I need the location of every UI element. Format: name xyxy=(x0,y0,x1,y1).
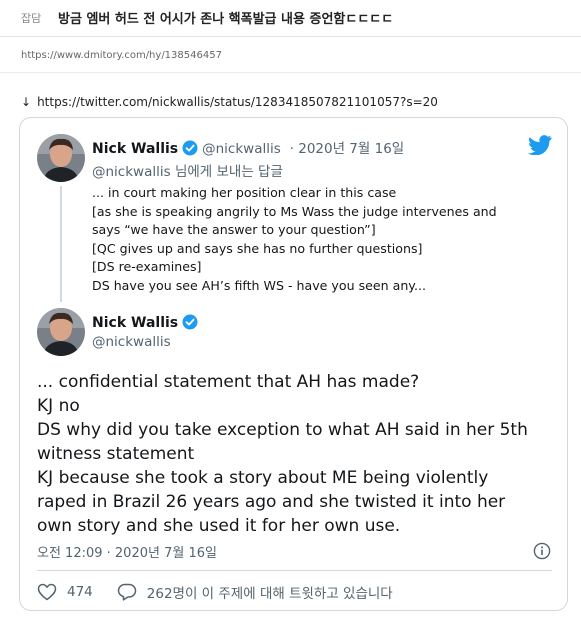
reply-text: ... in court making her position clear i… xyxy=(92,184,552,295)
tweet-line: KJ because she took a story about ME bei… xyxy=(37,468,489,488)
reply-author: Nick Wallis @nickwallis · 2020년 7월 16일 xyxy=(92,137,404,157)
author-name[interactable]: Nick Wallis xyxy=(92,141,178,157)
embedded-tweet[interactable]: Nick Wallis @nickwallis · 2020년 7월 16일 @n… xyxy=(19,117,568,611)
source-link[interactable]: https://www.dmitory.com/hy/138546457 xyxy=(21,50,222,61)
main-author: Nick Wallis xyxy=(92,314,198,331)
verified-badge-icon xyxy=(182,140,198,156)
post-category[interactable]: 잡담 xyxy=(21,10,41,26)
thread-line xyxy=(60,186,62,302)
like-count: 474 xyxy=(67,584,93,600)
divider xyxy=(0,72,581,73)
divider xyxy=(37,570,552,571)
tweet-line: KJ no xyxy=(37,396,80,416)
twitter-bird-icon[interactable] xyxy=(528,135,552,155)
reply-line: [as she is speaking angrily to Ms Wass t… xyxy=(92,203,497,219)
heart-icon xyxy=(37,583,57,601)
tweet-line: own story and she used it for her own us… xyxy=(37,516,401,536)
tweet-text: ... confidential statement that AH has m… xyxy=(37,370,557,538)
reply-line: [QC gives up and says she has no further… xyxy=(92,240,423,256)
avatar[interactable] xyxy=(37,308,85,356)
reply-line: says “we have the answer to your questio… xyxy=(92,222,376,237)
speech-bubble-icon xyxy=(117,583,137,601)
post-title: 방금 엠버 허드 전 어시가 존나 핵폭발급 내용 증언함ㄷㄷㄷㄷ xyxy=(58,12,394,27)
author-handle[interactable]: @nickwallis xyxy=(202,141,281,157)
tweet-link-row: ↓ https://twitter.com/nickwallis/status/1… xyxy=(21,95,438,109)
tweet-line: ... confidential statement that AH has m… xyxy=(37,372,420,392)
post-header: 잡담 방금 엠버 허드 전 어시가 존나 핵폭발급 내용 증언함ㄷㄷㄷㄷ xyxy=(0,0,581,37)
avatar[interactable] xyxy=(37,134,85,182)
reply-line: [DS re-examines] xyxy=(92,259,202,274)
tweet-line: DS why did you take exception to what AH… xyxy=(37,420,528,440)
tweet-link[interactable]: https://twitter.com/nickwallis/status/12… xyxy=(37,95,438,109)
reply-line: DS have you see AH’s fifth WS - have you… xyxy=(92,277,426,293)
conversation-text: 262명이 이 주제에 대해 트윗하고 있습니다 xyxy=(146,586,393,602)
info-icon[interactable] xyxy=(533,542,551,560)
tweet-line: witness statement xyxy=(37,444,195,464)
author-name[interactable]: Nick Wallis xyxy=(92,315,178,331)
author-handle[interactable]: @nickwallis xyxy=(92,334,171,350)
like-action[interactable]: 474 xyxy=(37,583,93,601)
down-arrow-icon: ↓ xyxy=(21,95,32,109)
tweet-timestamp[interactable]: 오전 12:09 · 2020년 7월 16일 xyxy=(37,542,217,561)
tweet-date[interactable]: · 2020년 7월 16일 xyxy=(290,141,405,157)
conversation-action[interactable]: 262명이 이 주제에 대해 트윗하고 있습니다 xyxy=(117,582,393,602)
tweet-stats: 474 262명이 이 주제에 대해 트윗하고 있습니다 xyxy=(37,582,393,602)
verified-badge-icon xyxy=(182,314,198,330)
tweet-line: raped in Brazil 26 years ago and she twi… xyxy=(37,492,506,512)
replying-to[interactable]: @nickwallis 님에게 보내는 답글 xyxy=(92,160,283,180)
reply-line: ... in court making her position clear i… xyxy=(92,185,397,200)
